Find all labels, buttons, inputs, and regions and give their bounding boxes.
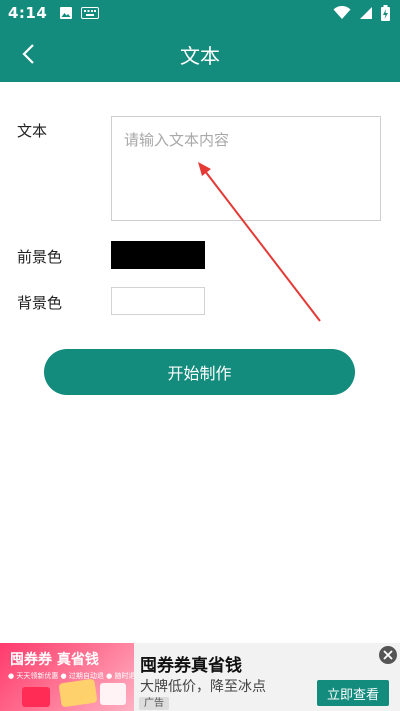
ad-banner[interactable]: 囤券券 真省钱 ● 天天领新优惠 ● 过期自动退 ● 随时退 囤券券真省钱 大牌…: [0, 643, 400, 711]
text-input[interactable]: 请输入文本内容: [111, 116, 381, 221]
background-color-label: 背景色: [17, 294, 63, 312]
status-bar: 4:14: [0, 0, 400, 26]
ad-cta-button[interactable]: 立即查看: [317, 680, 389, 706]
start-making-button[interactable]: 开始制作: [44, 349, 355, 395]
ad-badge: 广告: [139, 697, 169, 710]
ad-subtitle: 大牌低价，降至冰点: [140, 679, 266, 695]
battery-charging-icon: [381, 5, 390, 21]
ticket-graphic: [100, 683, 126, 705]
ad-image-caption: ● 天天领新优惠 ● 过期自动退 ● 随时退: [8, 672, 134, 680]
status-time: 4:14: [8, 4, 48, 22]
foreground-color-label: 前景色: [17, 248, 63, 266]
ad-cta-label: 立即查看: [326, 687, 379, 703]
app-bar: 文本: [0, 26, 400, 82]
coupon-graphic: [58, 678, 98, 708]
signal-icon: [360, 7, 372, 19]
gift-box-graphic: [22, 687, 50, 707]
close-icon: [383, 650, 393, 660]
text-placeholder: 请输入文本内容: [124, 131, 230, 149]
wifi-icon: [333, 6, 351, 19]
page-title: 文本: [180, 43, 220, 68]
keyboard-icon: [81, 7, 100, 19]
ad-title: 囤券券真省钱: [140, 656, 242, 676]
ad-image-title: 囤券券 真省钱: [10, 652, 99, 668]
ad-close-button[interactable]: [379, 646, 397, 664]
text-label: 文本: [17, 122, 48, 140]
ad-image[interactable]: 囤券券 真省钱 ● 天天领新优惠 ● 过期自动退 ● 随时退: [0, 643, 134, 711]
start-making-label: 开始制作: [167, 364, 232, 383]
back-button[interactable]: [10, 36, 46, 72]
image-icon: [60, 7, 73, 19]
foreground-color-swatch[interactable]: [111, 241, 205, 269]
background-color-swatch[interactable]: [111, 287, 205, 315]
chevron-left-icon: [22, 44, 34, 64]
